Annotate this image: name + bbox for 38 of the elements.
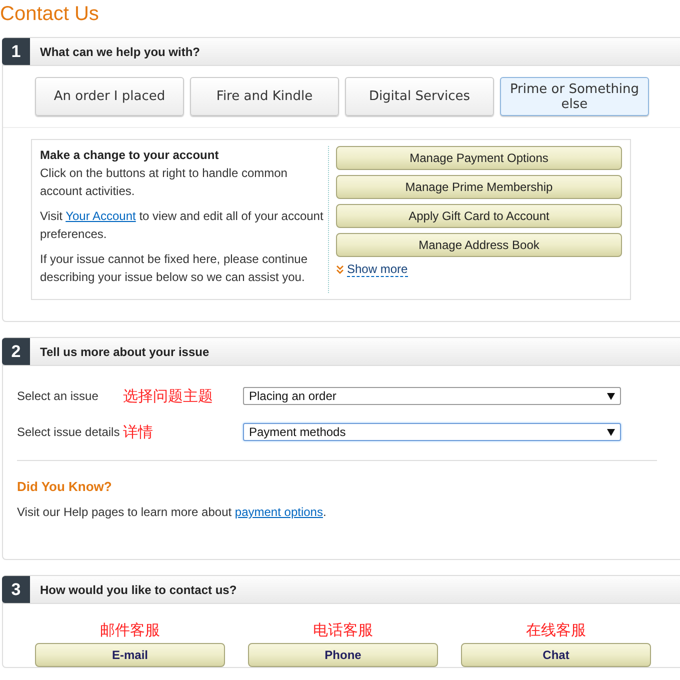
annotation-text: 在线客服 (526, 621, 586, 640)
show-more-link[interactable]: Show more (347, 262, 408, 277)
section-heading: What can we help you with? (39, 44, 200, 58)
section-heading: How would you like to contact us? (39, 582, 237, 596)
page-title: Contact Us (0, 2, 100, 27)
double-chevron-icon (336, 265, 344, 274)
annotation-text: 选择问题主题 (123, 386, 214, 406)
step-number: 2 (2, 338, 30, 365)
topic-tab[interactable]: Prime or Something else (500, 77, 649, 116)
field-label: Select issue details (17, 425, 121, 439)
contact-button[interactable]: Phone (248, 643, 438, 667)
your-account-link[interactable]: Your Account (66, 209, 136, 223)
topic-tab[interactable]: Digital Services (345, 77, 494, 116)
step-number: 1 (2, 38, 30, 65)
dropdown-caret-icon (607, 428, 615, 436)
annotation-text: 详情 (123, 422, 154, 442)
did-you-know-heading: Did You Know? (16, 478, 113, 494)
field-label: Select an issue (17, 389, 100, 403)
account-note: If your issue cannot be fixed here, please continue describing your issue below so we can assist you. (40, 251, 309, 286)
account-action-button[interactable]: Manage Payment Options (336, 146, 622, 170)
account-action-button[interactable]: Apply Gift Card to Account (336, 204, 622, 228)
issue-dropdown[interactable]: Placing an order (243, 387, 621, 405)
account-intro: Make a change to your account Click on the buttons at right to handle common account activities. (40, 147, 288, 200)
step-number: 3 (2, 576, 30, 603)
topic-tab[interactable]: An order I placed (35, 77, 184, 116)
help-text: Visit our Help pages to learn more about payment options. (16, 504, 328, 521)
dropdown-caret-icon (607, 392, 615, 400)
annotation-text: 电话客服 (313, 621, 373, 640)
account-action-button[interactable]: Manage Address Book (336, 233, 622, 257)
issue-dropdown[interactable]: Payment methods (243, 423, 621, 441)
payment-options-link[interactable]: payment options (234, 505, 323, 519)
contact-button[interactable]: E-mail (35, 643, 225, 667)
annotation-text: 邮件客服 (100, 621, 160, 640)
contact-button[interactable]: Chat (461, 643, 651, 667)
section-heading: Tell us more about your issue (39, 344, 210, 358)
topic-tab[interactable]: Fire and Kindle (190, 77, 339, 116)
account-action-button[interactable]: Manage Prime Membership (336, 175, 622, 199)
account-visit-text: Visit Your Account to view and edit all of your account preferences. (40, 208, 324, 243)
